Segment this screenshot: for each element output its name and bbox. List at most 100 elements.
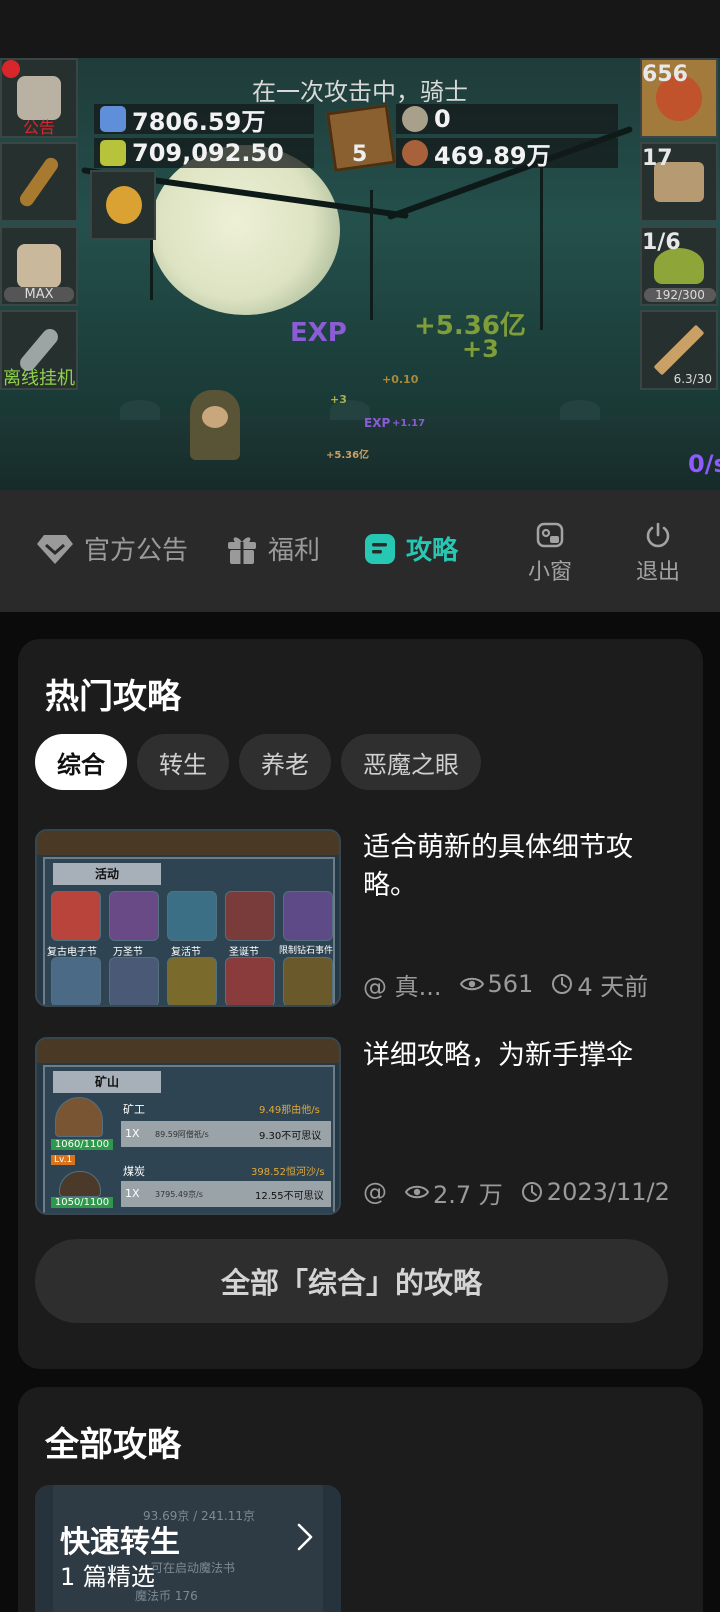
thumb-topbar xyxy=(37,831,339,855)
book-count: 5 xyxy=(352,142,368,167)
article-time: 4 天前 xyxy=(577,972,649,1001)
resource-blue-potion: 7806.59万 xyxy=(94,104,314,136)
coin-small-float: +5.36亿 xyxy=(326,450,370,461)
exit-label: 退出 xyxy=(636,560,681,585)
chevron-right-icon xyxy=(297,1523,313,1551)
notice-button[interactable]: 公告 xyxy=(0,58,78,138)
chest-button[interactable]: 17 xyxy=(640,142,718,222)
exit-button[interactable]: 退出 xyxy=(636,522,680,586)
category-chips: 综合 转生 养老 恶魔之眼 xyxy=(35,734,481,790)
slime-progress: 192/300 xyxy=(644,288,716,302)
vine xyxy=(370,190,373,320)
beer-mug-icon xyxy=(17,244,61,288)
max-label: MAX xyxy=(4,287,74,302)
guide-tile-quick-rebirth[interactable]: 93.69京 / 241.11京 可在启动魔法书 魔法币 176 快速转生 1 … xyxy=(35,1485,341,1612)
all-guides-card: 全部攻略 93.69京 / 241.11京 可在启动魔法书 魔法币 176 快速… xyxy=(18,1387,703,1612)
article-views: 2.7 万 xyxy=(433,1180,503,1209)
view-all-general-button[interactable]: 全部「综合」的攻略 xyxy=(35,1239,668,1323)
resource-green-potion: 709,092.50 xyxy=(94,138,314,168)
thumb-row-mult: 1X xyxy=(125,1127,140,1140)
guide-icon xyxy=(365,533,395,564)
grass xyxy=(560,400,600,420)
article-thumbnail: 矿山 矿工 9.49那由他/s 1060/1100 1X 89.59阿僧祇/s … xyxy=(35,1037,341,1215)
bronze-value: 469.89万 xyxy=(434,141,551,170)
game-view[interactable]: 在一次攻击中，骑士 7806.59万 709,092.50 0 469.89万 … xyxy=(0,0,720,490)
halloween-event-icon xyxy=(109,891,159,941)
beer-button[interactable]: MAX xyxy=(0,226,78,306)
sword-button[interactable]: 6.3/30 xyxy=(640,310,718,390)
notice-label: 公告 xyxy=(22,118,55,137)
thumb-row-value: 9.30不可思议 xyxy=(259,1131,322,1142)
thumb-row-rate: 398.52恒河沙/s xyxy=(251,1167,325,1178)
thumb-row-sub: 3795.49京/s xyxy=(155,1190,203,1199)
time-stat: 2023/11/2 xyxy=(521,1178,670,1206)
offline-button[interactable]: 离线挂机 xyxy=(0,310,78,390)
article-author: @ 真... xyxy=(363,972,442,1001)
mini-window-label: 小窗 xyxy=(528,560,573,585)
tab-welfare-label: 福利 xyxy=(268,536,321,566)
silver-value: 0 xyxy=(434,105,451,133)
small-plus3-float: +3 xyxy=(330,393,347,406)
tab-official-notice[interactable]: 官方公告 xyxy=(36,530,188,567)
easter-event-icon xyxy=(167,891,217,941)
potion-button[interactable]: 656 xyxy=(640,58,718,138)
key-icon xyxy=(106,186,142,224)
diamond-event-icon xyxy=(283,891,333,941)
thumb-label: 圣诞节 xyxy=(229,947,259,958)
bottom-nav: 官方公告 福利 攻略 小窗 退出 xyxy=(0,490,720,612)
chip-demon-eye[interactable]: 恶魔之眼 xyxy=(341,734,481,790)
event-icon xyxy=(109,957,159,1005)
chip-idle[interactable]: 养老 xyxy=(239,734,331,790)
thumb-row-hp: 1050/1100 xyxy=(51,1197,113,1208)
silver-coin-icon xyxy=(402,106,428,132)
coal-icon xyxy=(59,1171,101,1197)
article-views: 561 xyxy=(487,970,534,998)
bronze-coin-icon xyxy=(402,140,428,166)
views-stat: 561 xyxy=(459,970,534,998)
miner-icon xyxy=(55,1097,103,1137)
green-potion-value: 709,092.50 xyxy=(132,139,284,167)
torch-icon xyxy=(17,155,61,209)
gift-icon xyxy=(228,536,256,564)
sword-icon xyxy=(653,324,705,376)
chest-count: 17 xyxy=(642,146,673,171)
views-stat: 2.7 万 xyxy=(405,1175,503,1209)
hero-face xyxy=(202,406,228,428)
article-meta: @ 真... 561 4 天前 xyxy=(363,967,685,1001)
article-title: 适合萌新的具体细节攻略。 xyxy=(363,832,633,901)
slime-count: 1/6 xyxy=(642,230,681,255)
resource-bronze: 469.89万 xyxy=(396,138,618,170)
tab-guide[interactable]: 攻略 xyxy=(364,530,458,567)
thumb-row-sub: 89.59阿僧祇/s xyxy=(155,1130,209,1139)
offline-label: 离线挂机 xyxy=(3,368,75,389)
battle-message: 在一次攻击中，骑士 xyxy=(252,78,468,106)
vine xyxy=(540,160,543,330)
christmas-event-icon xyxy=(225,891,275,941)
thumb-row-rate: 9.49那由他/s xyxy=(259,1105,320,1116)
thumb-header: 矿山 xyxy=(53,1071,161,1093)
slime-button[interactable]: 1/6 192/300 xyxy=(640,226,718,306)
torch-button[interactable] xyxy=(0,142,78,222)
time-stat: 4 天前 xyxy=(551,967,648,1001)
thumb-label: 限制钻石事件 xyxy=(279,946,334,956)
hero-character xyxy=(190,390,240,460)
right-toolbar: 656 17 1/6 192/300 6.3/30 xyxy=(640,58,720,394)
chip-general[interactable]: 综合 xyxy=(35,734,127,790)
tab-welfare[interactable]: 福利 xyxy=(226,530,320,567)
power-icon xyxy=(646,522,670,548)
key-chest-button[interactable] xyxy=(90,170,156,240)
thumb-row-name: 煤炭 xyxy=(123,1165,145,1178)
article-time: 2023/11/2 xyxy=(546,1178,670,1206)
clock-icon xyxy=(521,1182,542,1202)
thumb-row-name: 矿工 xyxy=(123,1103,145,1116)
event-icon xyxy=(225,957,275,1005)
chip-rebirth[interactable]: 转生 xyxy=(137,734,229,790)
mini-window-button[interactable]: 小窗 xyxy=(528,522,572,586)
hot-guides-title: 热门攻略 xyxy=(45,677,181,717)
article-card-1[interactable]: 活动 复古电子节 万圣节 复活节 圣诞节 限制钻石事件 适合萌新的具体细节攻略。… xyxy=(35,829,685,1007)
tile-subtitle: 1 篇精选 xyxy=(60,1563,155,1591)
retro-event-icon xyxy=(51,891,101,941)
event-icon xyxy=(167,957,217,1005)
article-card-2[interactable]: 矿山 矿工 9.49那由他/s 1060/1100 1X 89.59阿僧祇/s … xyxy=(35,1037,685,1215)
clock-icon xyxy=(552,974,573,994)
